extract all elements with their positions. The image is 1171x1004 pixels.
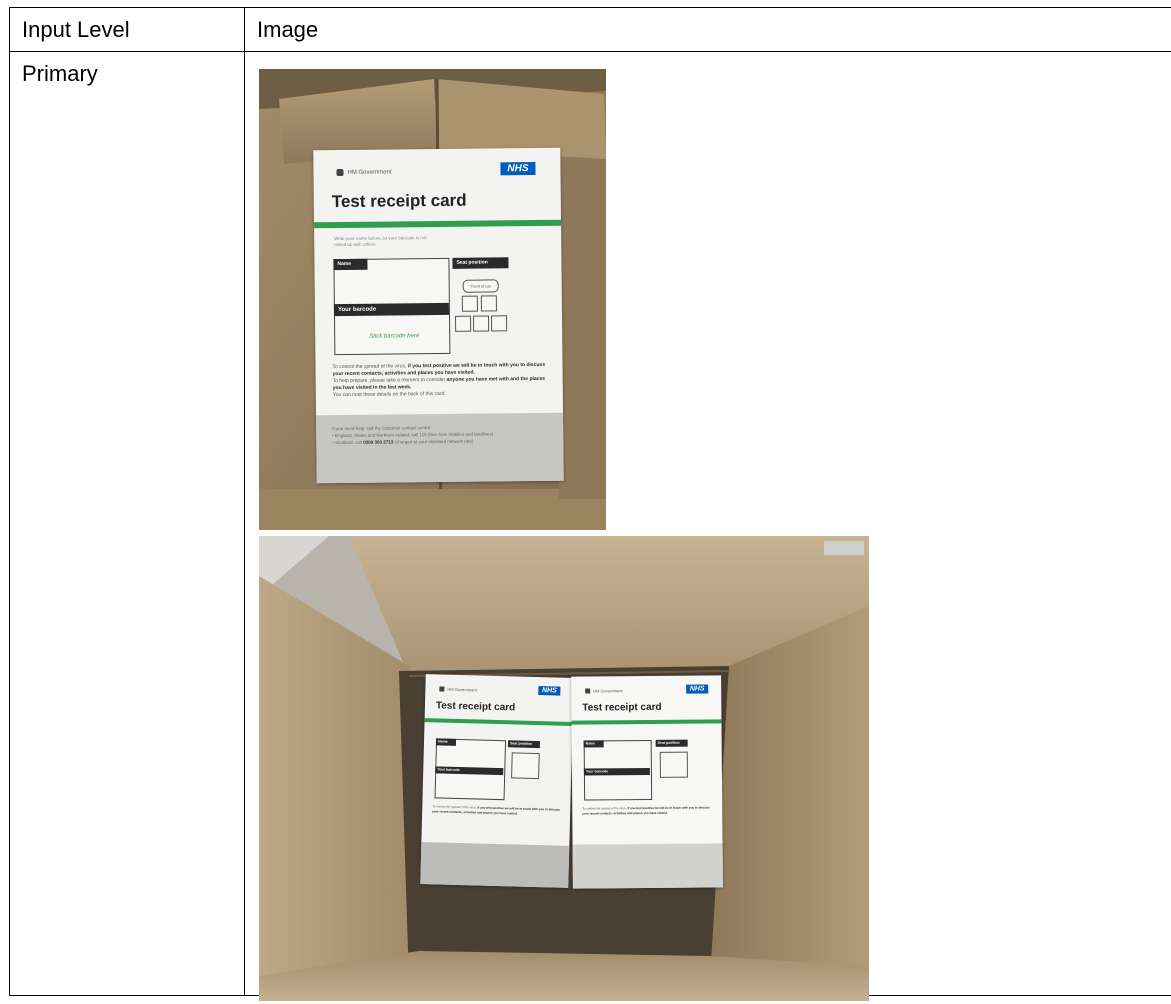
hm-government-label: HM Government <box>585 688 623 694</box>
body-paragraphs: To control the spread of the virus, if y… <box>333 362 549 399</box>
seat-square <box>473 315 490 332</box>
seat-position-label: Seat position <box>452 257 509 269</box>
help-footer <box>572 843 723 889</box>
level-primary: Primary <box>22 61 98 86</box>
seat-diagram <box>511 752 540 780</box>
body-text: To control the spread of the virus, if y… <box>432 804 560 816</box>
test-receipt-card: HM Government NHS Test receipt card Writ… <box>313 147 564 484</box>
green-divider <box>571 719 722 725</box>
table-header-row: Input Level Image <box>9 7 1171 52</box>
nhs-logo: NHS <box>538 686 561 696</box>
body-text: To control the spread of the virus, if y… <box>582 805 710 816</box>
crest-icon <box>585 688 591 694</box>
front-of-car-label: Front of car <box>462 279 499 293</box>
name-label: Name <box>583 740 604 748</box>
nhs-logo: NHS <box>686 684 709 694</box>
name-label: Name <box>435 738 457 746</box>
barcode-label: Your barcode <box>583 767 650 776</box>
body-paragraph-3: You can note these details on the back o… <box>332 390 446 399</box>
seat-square <box>455 315 472 332</box>
header-image: Image <box>257 17 319 42</box>
help-text: If you need help, call the customer cont… <box>332 425 494 446</box>
stick-barcode-text: Stick barcode here <box>369 333 420 340</box>
seat-position-label: Seat position <box>655 739 688 747</box>
card-title: Test receipt card <box>582 701 662 714</box>
photo-single-card: HM Government NHS Test receipt card Writ… <box>259 69 606 530</box>
green-divider <box>424 718 573 726</box>
header-cell-input-level: Input Level <box>9 7 245 52</box>
header-cell-image: Image <box>244 7 1171 52</box>
name-label: Name <box>333 258 368 271</box>
barcode-label: Your barcode <box>333 302 449 317</box>
header-input-level: Input Level <box>22 17 130 42</box>
card-title: Test receipt card <box>435 700 516 714</box>
green-divider <box>314 219 562 229</box>
seat-square <box>461 295 478 312</box>
seat-square <box>491 315 508 332</box>
crest-icon <box>336 168 344 177</box>
help-footer: If you need help, call the customer cont… <box>316 412 564 484</box>
test-receipt-card-left: HM Government NHS Test receipt card Name… <box>420 674 574 888</box>
seat-position-label: Seat position <box>507 740 541 749</box>
nhs-logo: NHS <box>500 161 536 176</box>
card-title: Test receipt card <box>331 190 467 212</box>
crest-icon <box>439 686 445 692</box>
test-receipt-card-right: HM Government NHS Test receipt card Name… <box>571 675 723 889</box>
seat-diagram <box>659 751 688 778</box>
level-cell: Primary <box>9 51 245 996</box>
hm-government-label: HM Government <box>439 686 477 692</box>
photo-open-box: HM Government NHS Test receipt card Name… <box>259 536 869 1001</box>
seat-square <box>480 295 497 312</box>
help-footer <box>420 842 570 888</box>
hm-government-label: HM Government <box>336 168 392 177</box>
instruction-text: Write your name below, so your barcode i… <box>334 235 427 248</box>
